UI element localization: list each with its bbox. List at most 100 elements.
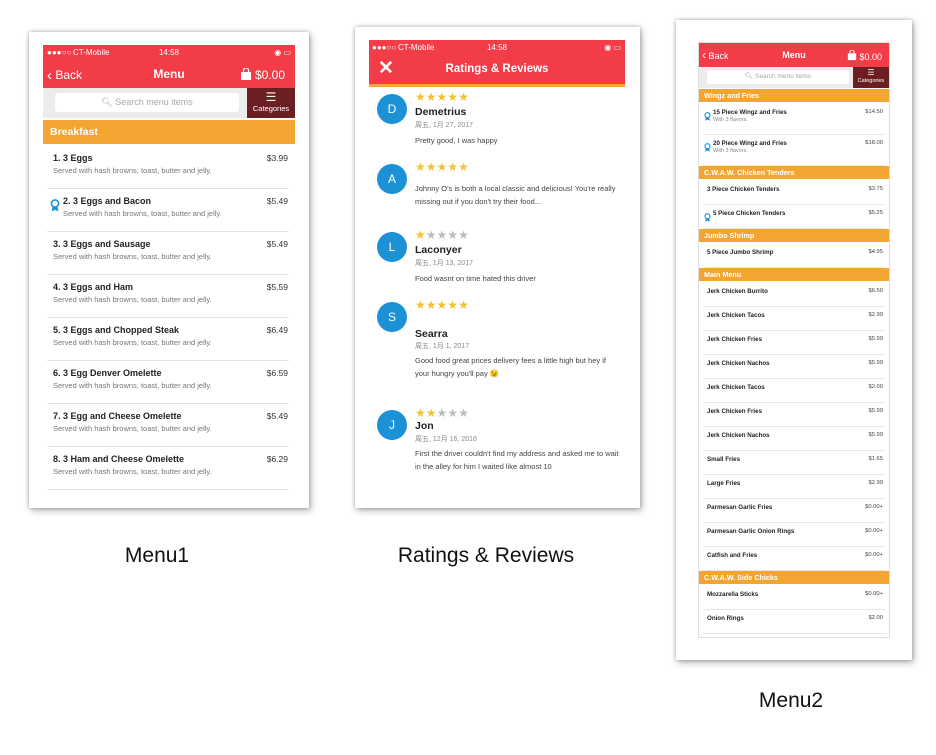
reviewer-name: Searra [415,328,448,340]
item-name: 15 Piece Wingz and Fries [713,109,787,116]
award-ribbon-icon [704,209,711,227]
item-name: Onion Rings [707,615,744,622]
menu-item-row[interactable]: 4. 3 Eggs and Ham Served with hash browns… [43,275,295,318]
status-bar: ●●●○○ CT-Mobile 14:58 ◉ ▭ [369,40,625,54]
menu-item-row[interactable]: Jerk Chicken Nachos $5.99 [699,427,889,451]
caption-menu2: Menu2 [758,689,824,712]
reviews-screen: ●●●○○ CT-Mobile 14:58 ◉ ▭ ✕ Ratings & Re… [369,40,625,495]
star-rating: ★★★★★ [415,160,469,174]
search-row: 🔍︎ Search menu items ☰ Categories [43,88,295,118]
item-description: With 3 flavors. [713,148,748,154]
menu-item-row[interactable]: Mozzarella Sticks $0.00+ [699,586,889,610]
item-name: 3. 3 Eggs and Sausage [53,239,151,249]
item-price: $3.99 [266,153,288,163]
item-name: 5 Piece Jumbo Shrimp [707,249,774,256]
item-price: $6.29 [266,454,288,464]
item-name: Jerk Chicken Fries [707,336,763,343]
search-input[interactable]: 🔍︎ Search menu items [55,93,239,112]
menu-item-row[interactable]: Parmesan Garlic Onion Rings $0.00+ [699,523,889,547]
search-input[interactable]: 🔍︎ Search menu items [707,70,849,84]
menu-item-row[interactable]: 3. 3 Eggs and Sausage Served with hash br… [43,232,295,275]
menu-item-row[interactable]: Jerk Chicken Fries $5.99 [699,403,889,427]
menu-item-row[interactable]: 5. 3 Eggs and Chopped Steak Served with h… [43,318,295,361]
menu-item-row[interactable]: 2. 3 Eggs and Bacon Served with hash brow… [43,189,295,232]
item-name: Parmesan Garlic Fries [707,504,773,511]
item-name: 8. 3 Ham and Cheese Omelette [53,454,185,464]
menu1-phone-frame: ●●●○○ CT-Mobile 14:58 ◉ ▭ ‹ Back Menu $0… [29,32,309,508]
item-price: $0.00+ [865,552,883,558]
avatar: L [377,232,407,262]
menu-item-row[interactable]: Small Fries $1.65 [699,451,889,475]
status-bar: ●●●○○ CT-Mobile 14:58 ◉ ▭ [43,45,295,60]
status-time: 14:58 [486,43,508,52]
item-price: $4.95 [868,249,883,255]
item-price: $5.99 [868,336,883,342]
row-divider [703,633,885,634]
menu-item-row[interactable]: 7. 3 Egg and Cheese Omelette Served with … [43,404,295,447]
star-rating: ★★★★★ [415,90,469,104]
review-date: 周五, 1月 1, 2017 [415,343,470,350]
item-price: $14.50 [865,109,883,115]
cart-button[interactable]: $0.00 [847,49,882,62]
item-name: Jerk Chicken Nachos [707,360,770,367]
menu-item-row[interactable]: Jerk Chicken Tacos $2.99 [699,307,889,331]
item-description: Served with hash browns, toast, butter a… [53,166,212,175]
section-header: Main Menu [699,268,889,281]
categories-button[interactable]: ☰ Categories [247,88,295,118]
item-name: Parmesan Garlic Onion Rings [707,528,795,535]
item-description: Served with hash browns, toast, butter a… [53,295,212,304]
menu-item-row[interactable]: Jerk Chicken Burrito $6.50 [699,283,889,307]
search-icon: 🔍︎ [101,97,113,107]
menu-item-row[interactable]: 6. 3 Egg Denver Omelette Served with hash… [43,361,295,404]
cart-total: $0.00 [254,68,285,82]
menu-item-row[interactable]: 8. 3 Ham and Cheese Omelette Served with … [43,447,295,490]
item-name: 1. 3 Eggs [53,153,93,163]
categories-button[interactable]: ☰ Categories [853,67,889,88]
item-name: Large Fries [707,480,741,487]
status-time: 14:58 [158,48,180,57]
list-icon: ☰ [265,90,277,104]
review-text: First the driver couldn't find my addres… [415,449,619,471]
cart-button[interactable]: $0.00 [240,66,285,82]
menu-item-row[interactable]: Jerk Chicken Fries $5.99 [699,331,889,355]
item-name: Mozzarella Sticks [707,591,759,598]
avatar: S [377,302,407,332]
menu-item-row[interactable]: 20 Piece Wingz and Fries With 3 flavors. $… [699,135,889,166]
section-header: C.W.A.W. Chicken Tenders [699,166,889,179]
review-text: Pretty good, I was happy [415,136,498,145]
row-divider [47,489,289,490]
reviews-phone-frame: ●●●○○ CT-Mobile 14:58 ◉ ▭ ✕ Ratings & Re… [355,27,640,508]
menu-item-row[interactable]: Large Fries $2.99 [699,475,889,499]
reviewer-name: Jon [415,420,434,432]
item-price: $5.49 [266,196,288,206]
avatar: J [377,410,407,440]
item-name: Jerk Chicken Tacos [707,384,765,391]
menu-item-row[interactable]: Catfish and Fries $0.00+ [699,547,889,571]
menu-item-row[interactable]: Jerk Chicken Tacos $2.00 [699,379,889,403]
caption-menu1: Menu1 [124,544,190,567]
section-header-breakfast: Breakfast [43,120,295,144]
menu-item-row[interactable]: 5 Piece Chicken Tenders $5.25 [699,205,889,229]
categories-label: Categories [857,78,885,84]
item-price: $1.65 [868,456,883,462]
review-text: Johnny O's is both a local classic and d… [415,184,616,206]
menu-item-row[interactable]: Jerk Chicken Nachos $5.99 [699,355,889,379]
avatar: A [377,164,407,194]
menu-item-row[interactable]: Parmesan Garlic Fries $0.00+ [699,499,889,523]
item-price: $5.25 [868,210,883,216]
item-price: $5.99 [868,432,883,438]
item-price: $0.00+ [865,528,883,534]
item-description: Served with hash browns, toast, butter a… [53,381,212,390]
item-price: $3.75 [868,186,883,192]
menu-item-row[interactable]: 1. 3 Eggs Served with hash browns, toast,… [43,146,295,189]
star-rating: ★★★★★ [415,406,469,420]
item-price: $5.49 [266,239,288,249]
menu-item-row[interactable]: 15 Piece Wingz and Fries With 3 flavors. $… [699,104,889,135]
categories-label: Categories [252,104,290,113]
star-rating: ★★★★★ [415,228,469,242]
item-price: $5.99 [868,360,883,366]
menu-item-row[interactable]: 5 Piece Jumbo Shrimp $4.95 [699,244,889,268]
menu-item-row[interactable]: Onion Rings $2.00 [699,610,889,634]
item-name: Jerk Chicken Fries [707,408,763,415]
menu-item-row[interactable]: 3 Piece Chicken Tenders $3.75 [699,181,889,205]
